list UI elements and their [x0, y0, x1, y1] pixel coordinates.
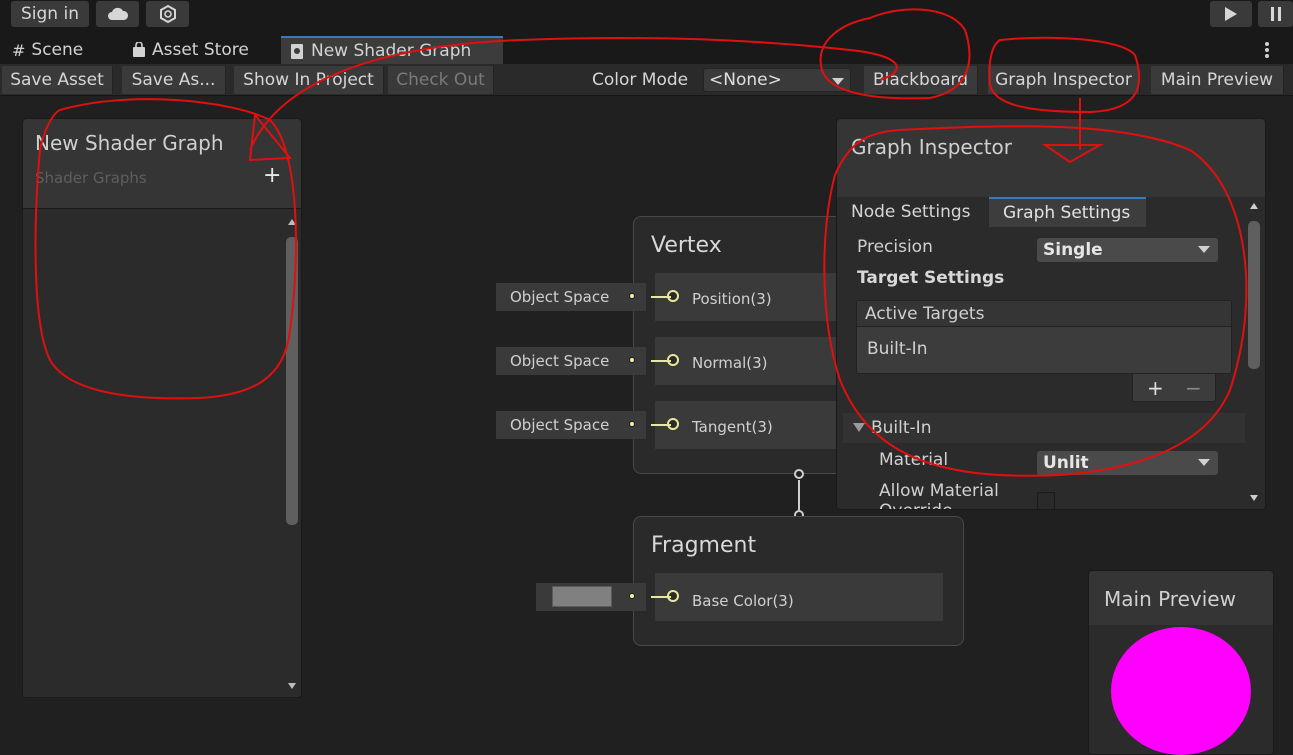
annotation-circle-blackboard-button — [819, 8, 971, 100]
annotation-circle-inspector — [823, 125, 1248, 477]
annotation-circle-inspector-button — [988, 36, 1141, 114]
annotation-overlay — [34, 8, 1248, 477]
annotation-circle-blackboard — [34, 98, 297, 400]
annotation-arrow-swoop — [249, 37, 898, 151]
